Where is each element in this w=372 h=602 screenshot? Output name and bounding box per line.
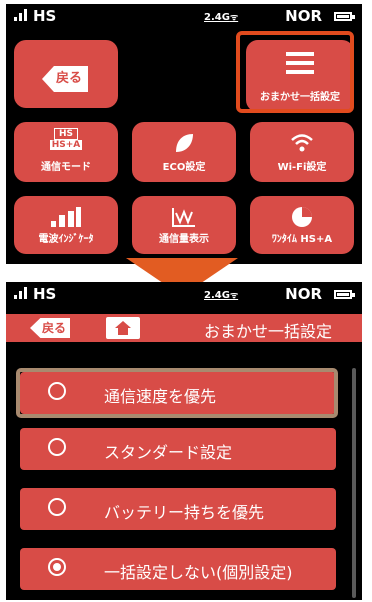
clock-pie-icon — [250, 206, 354, 228]
tile-label: 通信量表示 — [159, 234, 209, 245]
carrier-text: HS — [33, 7, 57, 25]
option-battery-priority[interactable]: バッテリー持ちを優先 — [20, 488, 336, 530]
back-button[interactable]: 戻る — [30, 318, 70, 338]
radio-button-selected[interactable] — [48, 558, 66, 576]
carrier-text: HS — [33, 285, 57, 303]
tile-label: 通信モード — [41, 162, 91, 173]
mode-indicator: NOR — [285, 285, 322, 303]
back-button[interactable]: 戻る — [42, 66, 88, 92]
highlight-frame — [16, 368, 338, 418]
traffic-graph-icon — [132, 206, 236, 228]
tile-traffic-display[interactable]: 通信量表示 — [132, 196, 236, 254]
radio-button[interactable] — [48, 438, 66, 456]
option-label: バッテリー持ちを優先 — [104, 503, 265, 522]
tile-label: ﾜﾝﾀｲﾑ HS+A — [271, 234, 333, 245]
radio-button[interactable] — [48, 498, 66, 516]
screen-header: 戻る おまかせ一括設定 — [6, 314, 362, 342]
scrollbar[interactable] — [352, 368, 356, 598]
option-no-bulk[interactable]: 一括設定しない(個別設定) — [20, 548, 336, 590]
battery-icon — [334, 290, 355, 299]
home-icon — [115, 321, 131, 335]
leaf-icon — [132, 132, 236, 154]
option-label: 一括設定しない(個別設定) — [104, 563, 293, 582]
signal-indicator: HS — [14, 7, 56, 25]
signal-bars-icon — [14, 206, 118, 228]
omakase-screen: HS 2.4Gᯤ NOR 戻る おまかせ一括設定 通信速度を優先 スタンダード設… — [6, 282, 362, 600]
tile-wifi-settings[interactable]: Wi-Fi設定 — [250, 122, 354, 182]
page-title: おまかせ一括設定 — [203, 322, 332, 341]
wifi-icon — [250, 132, 354, 154]
back-tile[interactable]: 戻る — [14, 40, 118, 108]
band-indicator: 2.4Gᯤ — [204, 12, 239, 23]
tile-signal-indicator[interactable]: 電波ｲﾝｼﾞｹｰﾀ — [14, 196, 118, 254]
tile-label: Wi-Fi設定 — [277, 162, 327, 173]
signal-indicator: HS — [14, 285, 56, 303]
mode-indicator: NOR — [285, 7, 322, 25]
option-label: スタンダード設定 — [104, 443, 233, 462]
wifi-icon: ᯤ — [229, 13, 239, 23]
battery-icon — [334, 12, 355, 21]
wifi-icon: ᯤ — [229, 291, 239, 301]
signal-bars-icon — [14, 7, 29, 25]
signal-bars-icon — [14, 285, 29, 303]
tile-label: ECO設定 — [162, 162, 206, 173]
tile-label: 電波ｲﾝｼﾞｹｰﾀ — [38, 234, 94, 245]
tile-comm-mode[interactable]: HS HS+A 通信モード — [14, 122, 118, 182]
band-indicator: 2.4Gᯤ — [204, 290, 239, 301]
status-bar: HS 2.4Gᯤ NOR — [6, 282, 362, 308]
home-button[interactable] — [106, 317, 140, 339]
tile-onetime-hsa[interactable]: ﾜﾝﾀｲﾑ HS+A — [250, 196, 354, 254]
tile-eco-settings[interactable]: ECO設定 — [132, 122, 236, 182]
hs-mode-icon: HS HS+A — [49, 128, 83, 150]
status-bar: HS 2.4Gᯤ NOR — [6, 4, 362, 30]
option-standard[interactable]: スタンダード設定 — [20, 428, 336, 470]
highlight-frame — [236, 31, 354, 113]
